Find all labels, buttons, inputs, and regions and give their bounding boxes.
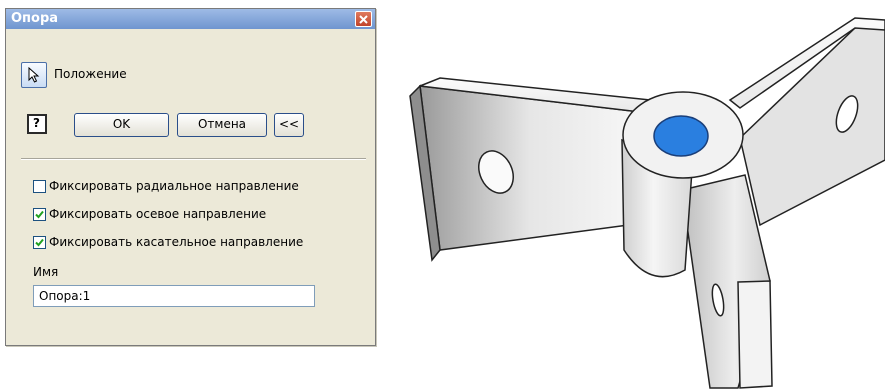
dialog-title-bar[interactable]: Опора: [6, 9, 375, 29]
name-field[interactable]: Опора:1: [33, 285, 315, 307]
help-button[interactable]: ?: [27, 114, 47, 134]
help-icon: ?: [33, 116, 40, 130]
support-dialog: Опора Положение ? OK Отмена << Фиксирова…: [5, 8, 376, 346]
cursor-arrow-icon: [28, 67, 40, 83]
name-label: Имя: [33, 265, 59, 279]
ok-button[interactable]: OK: [74, 113, 169, 137]
checkmark-icon: [35, 210, 44, 219]
down-arm-end: [737, 280, 773, 389]
left-arm-face: [419, 85, 641, 251]
cancel-button[interactable]: Отмена: [177, 113, 267, 137]
checkmark-icon: [35, 238, 44, 247]
selected-face[interactable]: [653, 115, 709, 157]
radial-direction-label: Фиксировать радиальное направление: [49, 179, 299, 193]
select-position-button[interactable]: [21, 62, 47, 88]
tangential-direction-checkbox[interactable]: [33, 236, 46, 249]
bracket-3d-model[interactable]: [400, 0, 885, 389]
axial-direction-label: Фиксировать осевое направление: [49, 207, 267, 221]
position-label: Положение: [54, 67, 127, 81]
separator: [21, 158, 366, 160]
close-button[interactable]: [355, 11, 372, 27]
dialog-title: Опора: [11, 11, 59, 26]
axial-direction-checkbox[interactable]: [33, 208, 46, 221]
radial-direction-checkbox[interactable]: [33, 180, 46, 193]
collapse-button[interactable]: <<: [274, 113, 304, 137]
close-icon: [359, 15, 368, 24]
tangential-direction-label: Фиксировать касательное направление: [49, 235, 304, 249]
